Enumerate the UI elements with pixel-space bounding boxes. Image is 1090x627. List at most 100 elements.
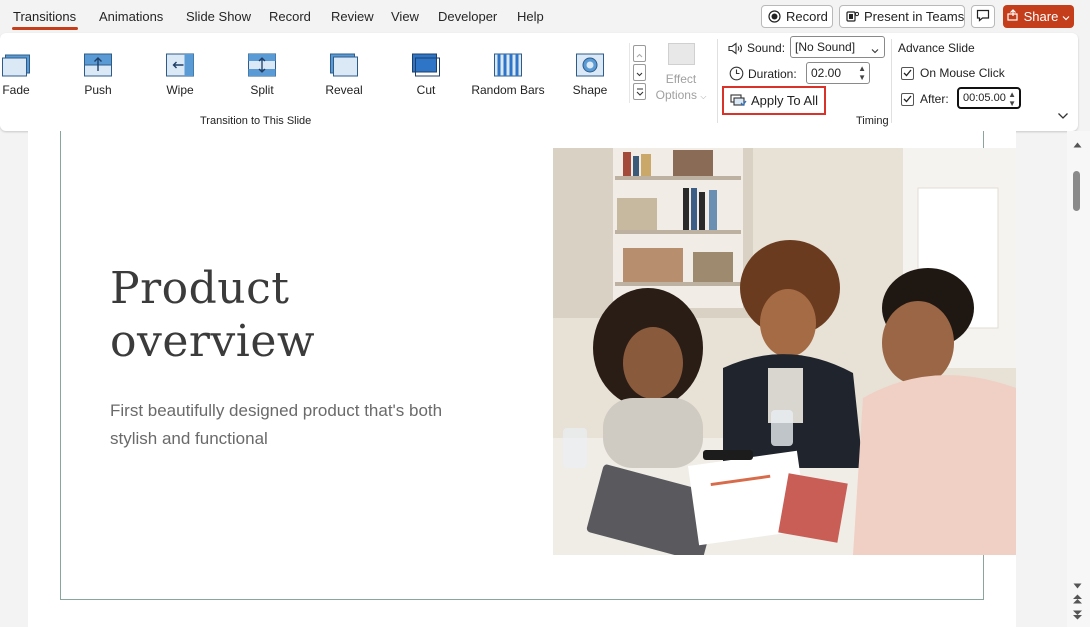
after-time-input[interactable]: 00:05.00 ▲ ▼: [957, 87, 1021, 109]
gallery-more-icon: [636, 85, 644, 99]
cut-icon: [412, 53, 440, 77]
group-divider: [717, 39, 718, 123]
tab-view[interactable]: View: [391, 9, 419, 24]
active-tab-indicator: [12, 27, 78, 30]
after-value: 00:05.00: [963, 92, 1006, 104]
sound-row: Sound:: [728, 41, 785, 55]
record-button[interactable]: Record: [761, 5, 833, 28]
record-button-label: Record: [786, 9, 828, 24]
apply-to-all-button[interactable]: Apply To All: [722, 86, 826, 115]
previous-slide-button[interactable]: [1072, 593, 1083, 607]
transition-label: Wipe: [166, 83, 194, 97]
speaker-icon: [728, 41, 744, 55]
tab-help[interactable]: Help: [517, 9, 544, 24]
transition-reveal[interactable]: Reveal: [304, 43, 384, 103]
scrollbar-thumb[interactable]: [1073, 171, 1080, 211]
transition-label: Random Bars: [471, 83, 545, 97]
effect-options-button[interactable]: Effect Options ⌵: [653, 43, 709, 105]
duration-spinner[interactable]: ▲ ▼: [858, 64, 866, 82]
double-caret-up-icon: [1072, 593, 1083, 607]
double-caret-down-icon: [1072, 609, 1083, 623]
transition-random-bars[interactable]: Random Bars: [468, 43, 548, 103]
collapse-ribbon-button[interactable]: [1057, 109, 1069, 123]
gallery-scroll-up[interactable]: [633, 45, 646, 62]
comment-icon: [976, 9, 990, 25]
chevron-down-icon: [871, 43, 879, 57]
share-icon: [1007, 9, 1020, 24]
tab-transitions[interactable]: Transitions: [13, 9, 76, 24]
tab-slide-show[interactable]: Slide Show: [186, 9, 251, 24]
gallery-expand[interactable]: [633, 83, 646, 100]
advance-slide-label: Advance Slide: [898, 41, 975, 55]
chevron-down-icon: [1062, 9, 1070, 24]
transition-fade[interactable]: Fade: [0, 43, 56, 103]
on-mouse-click-label: On Mouse Click: [920, 66, 1005, 80]
transition-wipe[interactable]: Wipe: [140, 43, 220, 103]
duration-row: Duration:: [729, 66, 797, 81]
chevron-up-icon: [636, 47, 643, 61]
transition-label: Reveal: [325, 83, 363, 97]
caret-up-icon: [1073, 137, 1082, 151]
apply-all-icon: [730, 93, 747, 108]
effect-options-label-2: Options ⌵: [655, 88, 707, 102]
tab-record[interactable]: Record: [269, 9, 311, 24]
transition-cut[interactable]: Cut: [386, 43, 466, 103]
duration-value: 02.00: [811, 66, 842, 80]
chevron-down-icon: [636, 66, 643, 80]
on-mouse-click-checkbox[interactable]: On Mouse Click: [901, 66, 1005, 80]
teams-icon: [846, 10, 859, 23]
sound-label: Sound:: [747, 41, 786, 55]
slide-subtitle[interactable]: First beautifully designed product that'…: [110, 397, 470, 453]
clock-icon: [729, 66, 744, 81]
transition-label: Cut: [416, 83, 436, 97]
after-checkbox[interactable]: After:: [901, 92, 949, 106]
slide-photo[interactable]: [553, 148, 1016, 555]
transition-gallery: Fade Push Wipe Split Reveal Cut Random B…: [0, 43, 630, 103]
transition-push[interactable]: Push: [58, 43, 138, 103]
gallery-scroll-down[interactable]: [633, 64, 646, 81]
transition-label: Split: [250, 83, 274, 97]
tab-review[interactable]: Review: [331, 9, 374, 24]
share-label: Share: [1023, 9, 1059, 24]
scroll-up-arrow[interactable]: [1073, 137, 1082, 151]
fade-icon: [2, 54, 30, 77]
slide-title[interactable]: Product overview: [110, 262, 315, 368]
slide-title-line2: overview: [110, 316, 316, 367]
share-button[interactable]: Share: [1003, 5, 1074, 28]
vertical-scrollbar[interactable]: [1067, 131, 1090, 627]
next-slide-button[interactable]: [1072, 609, 1083, 623]
group-divider: [891, 39, 892, 123]
group-label-transition: Transition to This Slide: [200, 115, 312, 127]
random-bars-icon: [494, 53, 522, 77]
transition-label: Fade: [2, 83, 30, 97]
present-button-label: Present in Teams: [864, 9, 965, 24]
checkbox-checked-icon: [901, 92, 914, 106]
duration-input[interactable]: 02.00 ▲ ▼: [806, 62, 870, 84]
transition-shape[interactable]: Shape: [550, 43, 630, 103]
after-spinner[interactable]: ▲ ▼: [1008, 90, 1016, 108]
caret-down-icon: [1073, 578, 1082, 592]
ribbon: Fade Push Wipe Split Reveal Cut Random B…: [0, 33, 1078, 131]
apply-all-label: Apply To All: [751, 93, 818, 108]
transition-split[interactable]: Split: [222, 43, 302, 103]
sound-dropdown[interactable]: [No Sound]: [790, 36, 885, 58]
tab-animations[interactable]: Animations: [99, 9, 163, 24]
split-icon: [248, 53, 276, 77]
after-label: After:: [920, 92, 949, 106]
push-icon: [84, 53, 112, 77]
reveal-icon: [330, 53, 358, 77]
record-icon: [768, 10, 781, 23]
sound-value: [No Sound]: [795, 40, 856, 54]
duration-label: Duration:: [748, 66, 797, 81]
scroll-down-arrow[interactable]: [1073, 578, 1082, 592]
effect-options-label: Effect: [665, 72, 697, 86]
tab-developer[interactable]: Developer: [438, 9, 497, 24]
wipe-icon: [166, 53, 194, 77]
slide-title-line1: Product: [110, 263, 290, 314]
present-in-teams-button[interactable]: Present in Teams: [839, 5, 965, 28]
shape-icon: [576, 53, 604, 77]
transition-label: Push: [84, 83, 112, 97]
comments-button[interactable]: [971, 5, 995, 28]
menu-bar: Transitions Animations Slide Show Record…: [0, 0, 1090, 32]
group-label-timing: Timing: [856, 115, 889, 127]
